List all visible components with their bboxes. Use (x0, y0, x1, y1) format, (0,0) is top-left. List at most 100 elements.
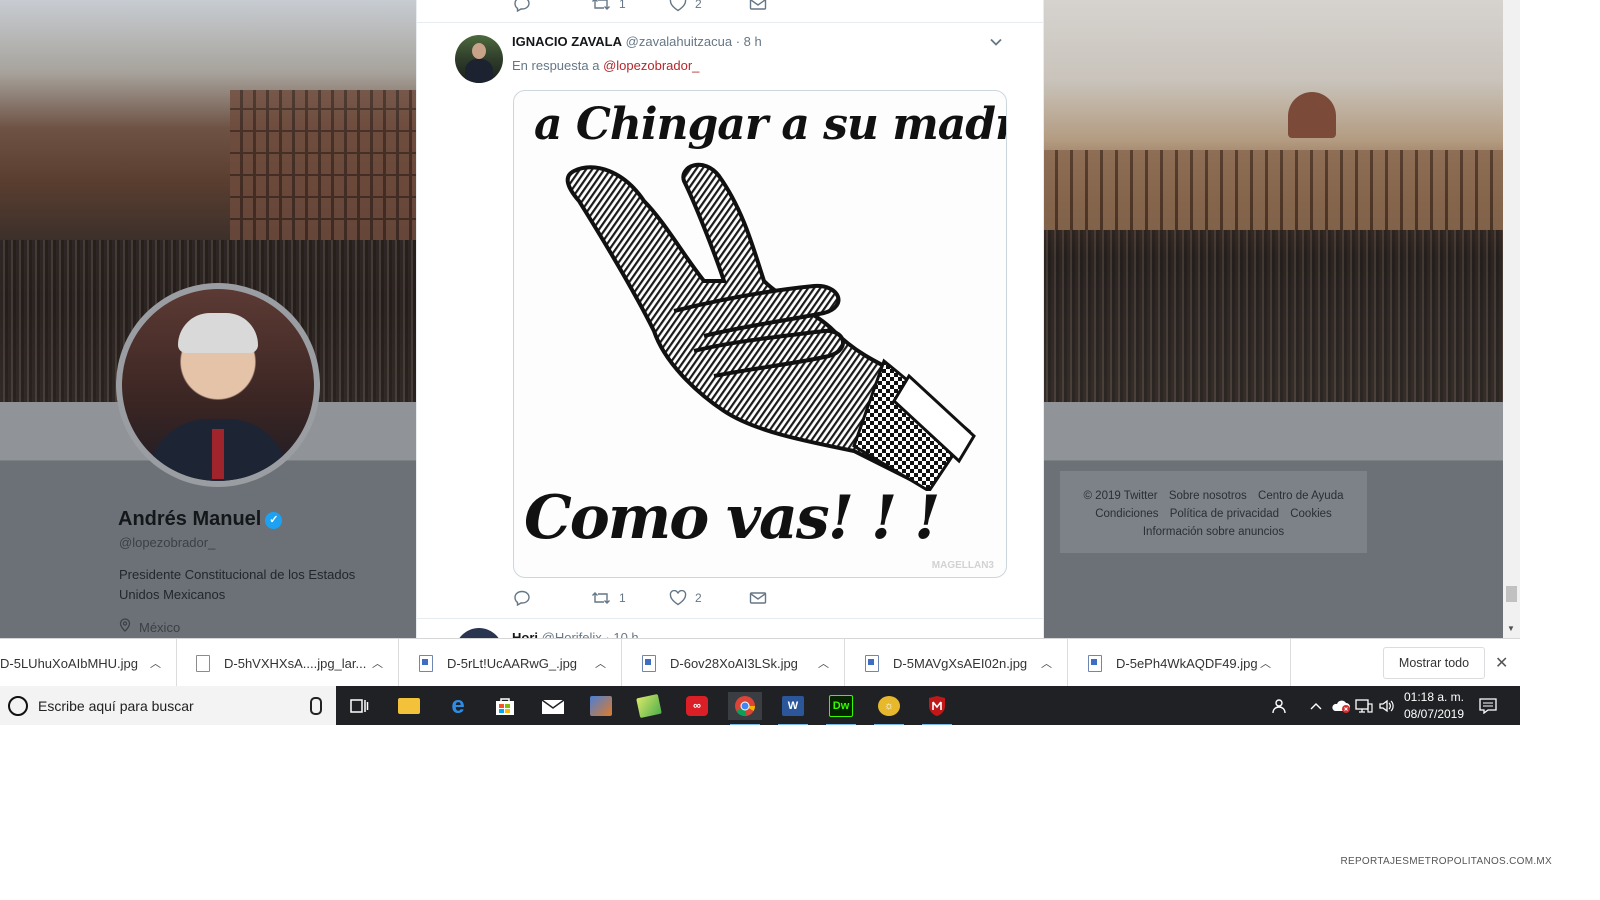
profile-handle[interactable]: @lopezobrador_ (119, 535, 215, 550)
media-app-icon[interactable] (584, 692, 618, 720)
footer-link-about[interactable]: Sobre nosotros (1169, 490, 1247, 502)
chevron-up-icon[interactable]: ︿ (1260, 655, 1271, 671)
footer-copyright: © 2019 Twitter (1083, 490, 1158, 502)
like-count: 2 (695, 591, 702, 605)
download-item[interactable]: D-5MAVgXsAEI02n.jpg ︿ (845, 639, 1068, 687)
chevron-up-icon[interactable]: ︿ (1041, 655, 1052, 671)
download-item[interactable]: D-6ov28XoAI3LSk.jpg ︿ (622, 639, 845, 687)
cortana-icon[interactable] (8, 696, 28, 716)
avatar-body (465, 59, 493, 83)
dreamweaver-shape: Dw (829, 695, 853, 717)
profile-name: Andrés Manuel ✓ (118, 508, 283, 531)
reply-button[interactable] (513, 0, 531, 12)
retweet-icon (592, 592, 610, 604)
sun-app-icon[interactable]: ☼ (872, 692, 906, 725)
dm-button[interactable] (749, 590, 767, 606)
next-tweet-timestamp[interactable]: · 10 h (605, 630, 638, 638)
mcafee-icon[interactable] (920, 692, 954, 725)
system-clock[interactable]: 01:18 a. m. 08/07/2019 (1396, 689, 1472, 723)
footer-link-ads-info[interactable]: Información sobre anuncios (1143, 526, 1284, 538)
volume-icon[interactable] (1378, 686, 1396, 725)
image-file-icon (1088, 654, 1102, 672)
footer-link-privacy[interactable]: Política de privacidad (1170, 508, 1279, 520)
task-view-icon[interactable] (342, 692, 376, 720)
footer-links-box: © 2019 Twitter Sobre nosotros Centro de … (1060, 471, 1367, 553)
banner-building-left (230, 90, 416, 240)
tweet-media-image[interactable]: a Chingar a su madre,,, (513, 90, 1007, 578)
notification-center-icon[interactable] (1479, 686, 1497, 725)
next-tweet-author-handle[interactable]: @Horifelix (542, 630, 602, 638)
site-watermark: REPORTAJESMETROPOLITANOS.COM.MX (1340, 856, 1552, 867)
location-pin-icon (119, 618, 133, 635)
sun-app-shape: ☼ (878, 696, 900, 716)
creative-cloud-icon[interactable]: ∞ (680, 692, 714, 720)
download-item[interactable]: D-5ePh4WkAQDF49.jpg ︿ (1068, 639, 1291, 687)
reply-mention-link[interactable]: @lopezobrador_ (603, 58, 699, 73)
heart-icon (669, 590, 687, 606)
tweet-timestamp[interactable]: · 8 h (736, 34, 762, 49)
browser-viewport: Andrés Manuel ✓ @lopezobrador_ Presidente… (0, 0, 1520, 638)
retweet-button[interactable]: 1 (591, 590, 626, 606)
clock-date: 08/07/2019 (1403, 707, 1465, 721)
people-icon[interactable] (1272, 686, 1290, 725)
word-icon[interactable]: W (776, 692, 810, 725)
like-button[interactable]: 2 (669, 590, 702, 606)
download-item[interactable]: D-5LUhuXoAIbMHU.jpg ︿ (0, 639, 177, 687)
tweet-header: IGNACIO ZAVALA @zavalahuitzacua · 8 h (512, 34, 762, 49)
chevron-up-icon[interactable]: ︿ (595, 655, 606, 671)
tweet-author-avatar[interactable] (455, 35, 503, 83)
page-scrollbar[interactable]: ▼ (1503, 0, 1520, 638)
microphone-icon[interactable] (310, 697, 322, 715)
reply-icon (514, 0, 530, 12)
profile-name-text: Andrés Manuel (118, 508, 262, 530)
mail-icon[interactable] (536, 692, 570, 720)
meme-watermark: MAGELLAN3 (931, 560, 994, 571)
file-explorer-icon[interactable] (392, 692, 426, 720)
scroll-down-arrow-icon[interactable]: ▼ (1507, 624, 1515, 633)
download-item[interactable]: D-5hVXHXsA....jpg_lar... ︿ (176, 639, 399, 687)
next-tweet-author-name[interactable]: Hori (512, 630, 538, 638)
reply-button[interactable] (513, 590, 531, 606)
like-count: 2 (695, 0, 702, 11)
clock-time: 01:18 a. m. (1403, 690, 1465, 704)
notes-app-icon[interactable] (632, 692, 666, 720)
footer-link-terms[interactable]: Condiciones (1095, 508, 1158, 520)
tweet-reply-context: En respuesta a @lopezobrador_ (512, 58, 699, 73)
avatar-face (472, 43, 486, 59)
search-placeholder: Escribe aquí para buscar (38, 698, 194, 714)
chevron-up-icon[interactable]: ︿ (818, 655, 829, 671)
footer-link-help[interactable]: Centro de Ayuda (1258, 490, 1343, 502)
footer-link-cookies[interactable]: Cookies (1290, 508, 1332, 520)
tweet-feed: 1 2 IGNACIO ZAVALA @zavalahuitzacua · 8 … (416, 0, 1044, 638)
close-icon[interactable]: ✕ (1495, 653, 1508, 673)
show-all-downloads-button[interactable]: Mostrar todo (1383, 647, 1485, 679)
tweet-author-handle[interactable]: @zavalahuitzacua (626, 34, 732, 49)
next-tweet-avatar[interactable] (455, 628, 503, 638)
dm-button[interactable] (749, 0, 767, 12)
scrollbar-thumb[interactable] (1506, 586, 1517, 602)
screen: Andrés Manuel ✓ @lopezobrador_ Presidente… (0, 0, 1520, 725)
image-file-icon (865, 654, 879, 672)
edge-browser-icon[interactable]: e (441, 692, 475, 720)
profile-avatar[interactable] (122, 289, 314, 481)
chevron-up-icon[interactable]: ︿ (372, 655, 383, 671)
download-item[interactable]: D-5rLt!UcAARwG_.jpg ︿ (399, 639, 622, 687)
download-filename: D-5LUhuXoAIbMHU.jpg (0, 655, 139, 671)
tweet-author-name[interactable]: IGNACIO ZAVALA (512, 34, 622, 49)
chevron-up-icon[interactable]: ︿ (150, 655, 161, 671)
profile-location-text: México (139, 620, 181, 635)
reply-icon (514, 590, 530, 606)
like-button[interactable]: 2 (669, 0, 702, 12)
dreamweaver-icon[interactable]: Dw (824, 692, 858, 725)
network-icon[interactable] (1355, 686, 1373, 725)
onedrive-error-icon[interactable] (1331, 686, 1351, 725)
download-filename: D-6ov28XoAI3LSk.jpg (670, 655, 798, 671)
chevron-down-icon[interactable] (989, 36, 1003, 48)
taskbar-search[interactable]: Escribe aquí para buscar (0, 686, 336, 725)
chevron-up-icon[interactable] (1310, 686, 1322, 725)
creative-cloud-shape: ∞ (686, 696, 708, 716)
chrome-icon[interactable] (728, 692, 762, 725)
retweet-button[interactable]: 1 (591, 0, 626, 12)
store-icon[interactable] (488, 692, 522, 720)
download-filename: D-5MAVgXsAEI02n.jpg (893, 655, 1028, 671)
